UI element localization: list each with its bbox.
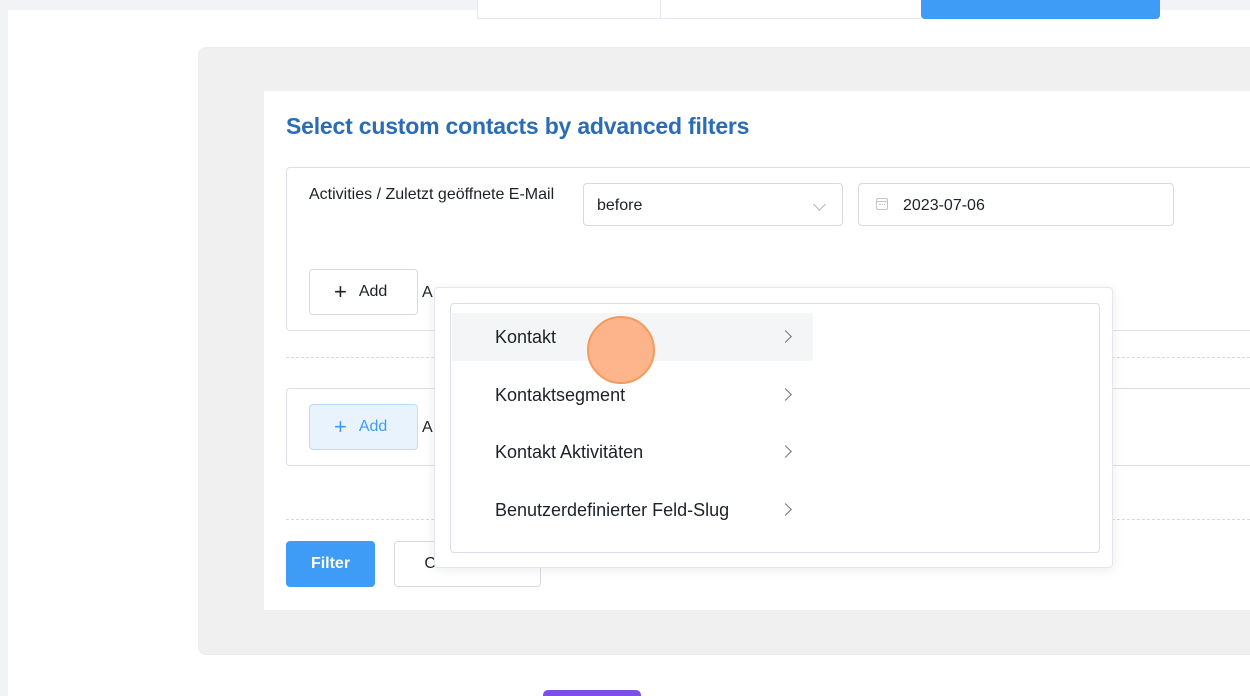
- chevron-right-icon: [779, 503, 792, 516]
- menu-item-label: Kontakt: [495, 326, 557, 347]
- chevron-right-icon: [779, 330, 792, 343]
- plus-icon: +: [334, 279, 347, 304]
- chevron-down-icon: [813, 198, 826, 211]
- menu-item-label: Kontaktsegment: [495, 384, 626, 405]
- plus-icon: +: [334, 414, 347, 439]
- add-filter-button[interactable]: + Add: [309, 269, 418, 315]
- click-indicator: [587, 316, 655, 384]
- top-toolbar-primary-button[interactable]: [921, 0, 1160, 19]
- bottom-purple-button[interactable]: [543, 690, 641, 696]
- menu-item-label: Kontakt Aktivitäten: [495, 441, 644, 462]
- filter-button[interactable]: Filter: [286, 541, 375, 587]
- add-group-helper-text: A: [422, 419, 433, 436]
- add-helper-text: A: [422, 284, 433, 301]
- add-filter-button-label: Add: [358, 283, 388, 300]
- chevron-right-icon: [779, 388, 792, 401]
- filter-field-label: Activities / Zuletzt geöffnete E-Mail: [309, 186, 555, 203]
- top-toolbar-segment-middle[interactable]: [660, 0, 922, 19]
- operator-select-value: before: [597, 197, 643, 214]
- add-filter-group-button[interactable]: + Add: [309, 404, 418, 450]
- date-input-value: 2023-07-06: [903, 197, 985, 214]
- calendar-icon: [876, 198, 888, 210]
- date-input[interactable]: 2023-07-06: [858, 183, 1174, 226]
- menu-item-custom-field-slug[interactable]: Benutzerdefinierter Feld-Slug: [452, 486, 813, 534]
- menu-item-label: Benutzerdefinierter Feld-Slug: [495, 499, 730, 520]
- menu-item-kontakt-aktivitaeten[interactable]: Kontakt Aktivitäten: [452, 428, 813, 476]
- card-title: Select custom contacts by advanced filte…: [286, 113, 750, 139]
- add-filter-group-button-label: Add: [358, 418, 388, 435]
- operator-select[interactable]: before: [583, 183, 843, 226]
- top-toolbar-segment-left[interactable]: [477, 0, 661, 19]
- chevron-right-icon: [779, 445, 792, 458]
